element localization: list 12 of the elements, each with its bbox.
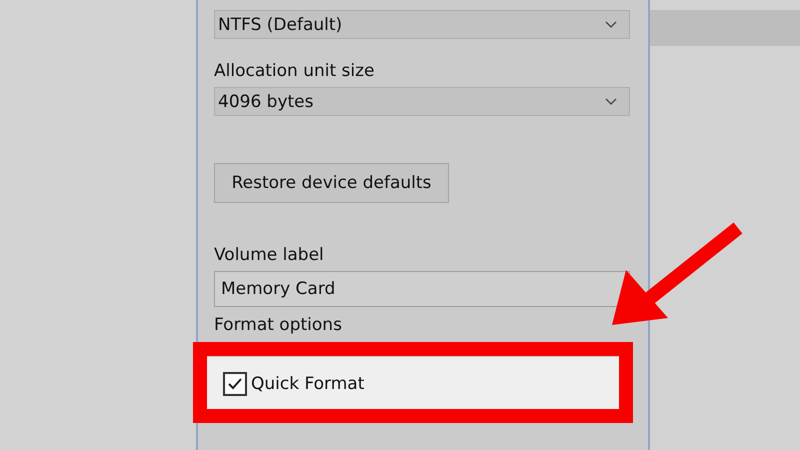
check-icon xyxy=(227,376,243,390)
field-label: Allocation unit size xyxy=(214,61,376,81)
allocation-unit-dropdown[interactable]: 4096 bytes xyxy=(214,87,630,116)
chevron-down-icon xyxy=(605,98,617,105)
field-label: Volume label xyxy=(214,245,325,265)
section-label: Format options xyxy=(214,315,343,335)
checkbox-label: Quick Format xyxy=(251,374,364,394)
file-system-dropdown[interactable]: NTFS (Default) xyxy=(214,10,630,39)
chevron-down-icon xyxy=(605,21,617,28)
restore-defaults-button[interactable]: Restore device defaults xyxy=(214,163,449,203)
checkbox[interactable] xyxy=(223,372,247,396)
volume-label-input[interactable]: Memory Card xyxy=(214,271,630,307)
